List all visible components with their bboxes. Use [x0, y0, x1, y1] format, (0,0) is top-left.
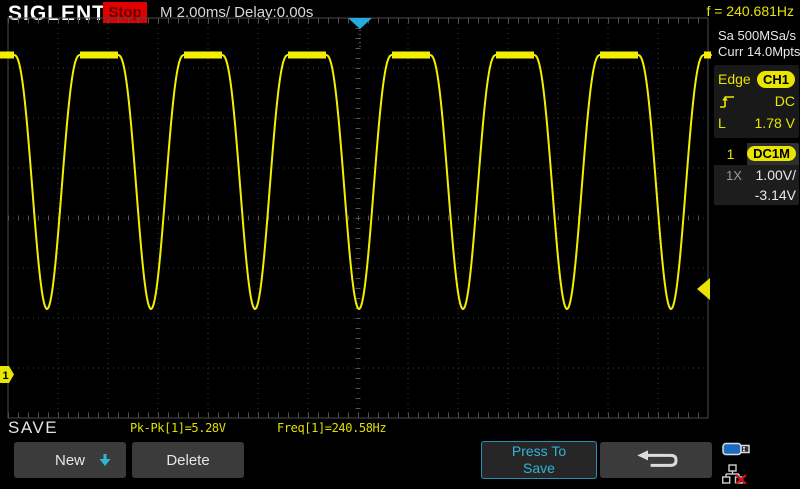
trigger-info-box: Edge CH1 DC L 1.78 V	[714, 65, 799, 138]
svg-text:1: 1	[3, 370, 9, 382]
right-info-panel: Sa 500MSa/s Curr 14.0Mpts Edge CH1 DC L …	[713, 28, 800, 440]
dropdown-arrow-icon	[98, 453, 112, 467]
channel-offset-readout: -3.14V	[755, 187, 796, 203]
probe-attenuation-label: 1X	[726, 168, 742, 183]
save-button-line2: Save	[523, 460, 555, 477]
channel-number-chip: 1	[714, 143, 747, 165]
press-to-save-button[interactable]: Press To Save	[481, 441, 597, 479]
volts-per-div-readout: 1.00V/	[756, 167, 796, 183]
delete-button[interactable]: Delete	[132, 442, 244, 478]
usb-drive-icon	[722, 441, 752, 457]
rising-edge-icon	[718, 94, 736, 109]
trigger-level-marker[interactable]	[697, 278, 710, 300]
trigger-level-label: L	[718, 115, 726, 131]
graticule-grid	[8, 18, 708, 418]
pkpk-measurement: Pk-Pk[1]=5.28V	[130, 421, 226, 435]
memory-depth-readout: Curr 14.0Mpts	[713, 44, 800, 60]
save-button-line1: Press To	[512, 443, 566, 460]
frequency-counter: f = 240.681Hz	[706, 3, 794, 19]
channel1-trace	[0, 55, 711, 309]
channel-coupling-badge: DC1M	[747, 146, 796, 161]
menu-title: SAVE	[8, 418, 58, 438]
return-arrow-icon	[624, 443, 688, 477]
new-button[interactable]: New	[14, 442, 126, 478]
new-button-label: New	[55, 452, 85, 469]
channel1-ground-marker[interactable]: 1	[0, 366, 14, 383]
trigger-level-value: 1.78 V	[755, 115, 795, 131]
lan-disconnected-icon	[722, 464, 754, 484]
back-button[interactable]	[600, 442, 712, 478]
trigger-source-badge: CH1	[757, 71, 795, 88]
channel1-info-box[interactable]: 1 DC1M 1X 1.00V/ -3.14V	[714, 143, 799, 205]
sample-rate-readout: Sa 500MSa/s	[713, 28, 800, 44]
trigger-mode-label: Edge	[718, 71, 751, 87]
freq-measurement: Freq[1]=240.58Hz	[277, 421, 386, 435]
softkey-menu-bar: New Delete Press To Save	[0, 440, 800, 480]
waveform-display: 1	[0, 0, 713, 446]
delete-button-label: Delete	[166, 452, 209, 469]
trigger-coupling-label: DC	[775, 93, 795, 109]
